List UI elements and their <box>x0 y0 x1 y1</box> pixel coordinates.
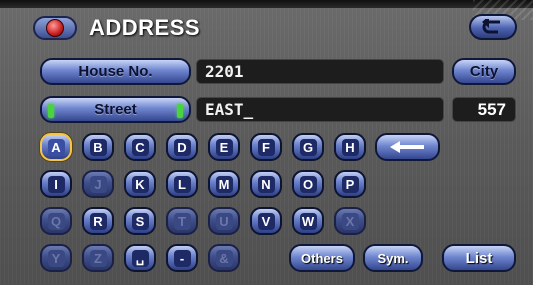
key-v[interactable]: V <box>250 207 282 235</box>
key-w[interactable]: W <box>292 207 324 235</box>
house-number-field[interactable]: 2201 <box>196 59 444 84</box>
page-title: ADDRESS <box>89 15 201 40</box>
list-button-label: List <box>465 249 493 267</box>
key-t[interactable]: T <box>166 207 198 235</box>
city-button[interactable]: City <box>452 58 516 85</box>
key-b[interactable]: B <box>82 133 114 161</box>
back-button[interactable] <box>469 14 517 40</box>
header: ADDRESS <box>33 13 200 43</box>
symbols-button[interactable]: Sym. <box>363 244 423 272</box>
key-s[interactable]: S <box>124 207 156 235</box>
street-indicator-right <box>177 104 183 118</box>
key-o[interactable]: O <box>292 170 324 198</box>
key-y[interactable]: Y <box>40 244 72 272</box>
house-number-button[interactable]: House No. <box>40 58 191 85</box>
street-input[interactable]: EAST_ <box>196 97 444 122</box>
street-indicator-left <box>48 104 54 118</box>
key-l[interactable]: L <box>166 170 198 198</box>
backspace-button[interactable] <box>375 133 440 161</box>
backspace-arrow-icon <box>389 141 424 153</box>
match-count: 557 <box>452 97 516 122</box>
house-number-button-label: House No. <box>78 63 153 80</box>
key-i[interactable]: I <box>40 170 72 198</box>
key-r[interactable]: R <box>82 207 114 235</box>
top-bezel <box>0 0 533 8</box>
key-e[interactable]: E <box>208 133 240 161</box>
key-j[interactable]: J <box>82 170 114 198</box>
key-q[interactable]: Q <box>40 207 72 235</box>
key-ampersand[interactable]: & <box>208 244 240 272</box>
key-c[interactable]: C <box>124 133 156 161</box>
others-button[interactable]: Others <box>289 244 355 272</box>
street-button-label: Street <box>94 101 137 118</box>
address-entry-screen: ADDRESS House No. 2201 City Street EAST_… <box>0 0 533 285</box>
key-d[interactable]: D <box>166 133 198 161</box>
key-u[interactable]: U <box>208 207 240 235</box>
key-n[interactable]: N <box>250 170 282 198</box>
key-space[interactable]: ␣ <box>124 244 156 272</box>
key-a[interactable]: A <box>40 133 72 161</box>
key-x[interactable]: X <box>334 207 366 235</box>
key-dash[interactable]: - <box>166 244 198 272</box>
return-arrow-icon <box>482 19 500 34</box>
city-button-label: City <box>469 63 499 80</box>
others-button-label: Others <box>301 250 343 266</box>
key-p[interactable]: P <box>334 170 366 198</box>
symbols-button-label: Sym. <box>377 250 409 266</box>
key-h[interactable]: H <box>334 133 366 161</box>
key-f[interactable]: F <box>250 133 282 161</box>
key-z[interactable]: Z <box>82 244 114 272</box>
street-button[interactable]: Street <box>40 96 191 123</box>
space-icon: ␣ <box>131 249 149 267</box>
list-button[interactable]: List <box>442 244 516 272</box>
key-m[interactable]: M <box>208 170 240 198</box>
map-pin-icon <box>33 16 77 40</box>
key-g[interactable]: G <box>292 133 324 161</box>
key-k[interactable]: K <box>124 170 156 198</box>
